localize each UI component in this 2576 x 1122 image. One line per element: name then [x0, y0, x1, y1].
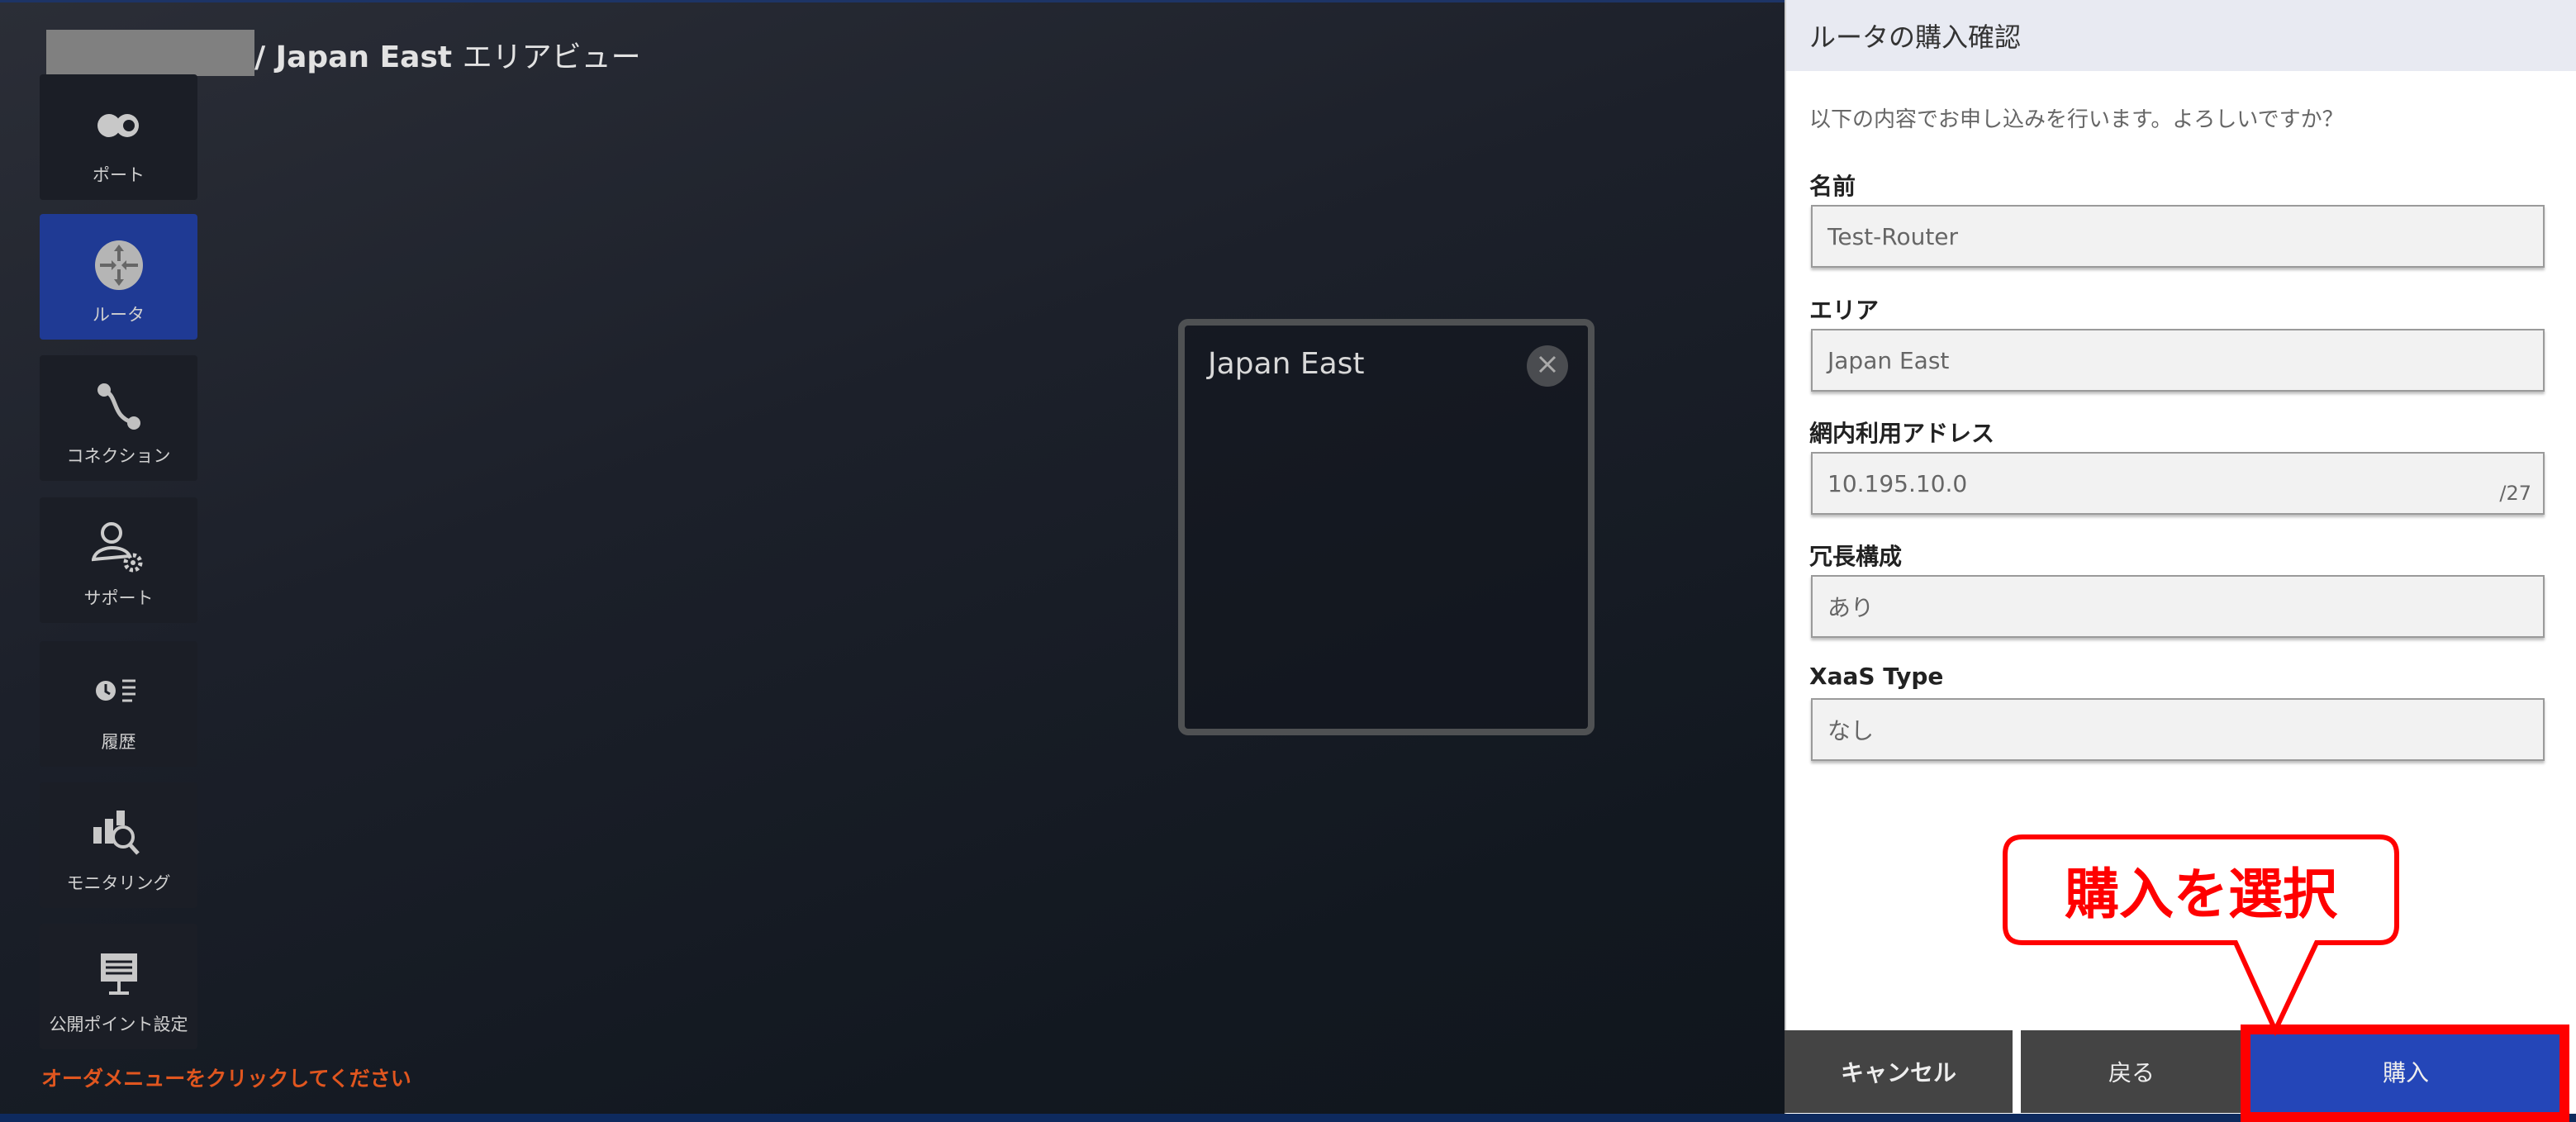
- address-field: 10.195.10.0/27: [1811, 452, 2545, 515]
- sidebar-item-label: コネクション: [67, 443, 171, 468]
- history-icon: [94, 666, 144, 719]
- back-button[interactable]: 戻る: [2021, 1030, 2242, 1113]
- support-icon: [92, 522, 146, 575]
- sidebar-item-label: 履歴: [102, 729, 136, 754]
- area-field: Japan East: [1811, 329, 2545, 392]
- field-label-name: 名前: [1809, 169, 1856, 202]
- connection-icon: [94, 380, 144, 433]
- prefix-length: /27: [2499, 482, 2531, 505]
- sidebar-item-public-point[interactable]: 公開ポイント設定: [40, 924, 197, 1049]
- router-icon: [93, 239, 145, 292]
- cancel-button[interactable]: キャンセル: [1785, 1030, 2013, 1113]
- field-value: Japan East: [1827, 347, 1949, 374]
- field-value: なし: [1827, 713, 1874, 746]
- sidebar-item-port[interactable]: ポート: [40, 74, 197, 200]
- port-icon: [94, 99, 144, 152]
- field-value: 10.195.10.0: [1827, 470, 1967, 497]
- redundancy-field: あり: [1811, 575, 2545, 638]
- sidebar-item-label: ルータ: [93, 302, 145, 326]
- panel-title: ルータの購入確認: [1786, 0, 2576, 71]
- breadcrumb: / Japan East: [254, 40, 452, 74]
- sidebar-item-label: サポート: [84, 585, 154, 610]
- redacted-tenant-name: [46, 30, 254, 76]
- xaas-type-field: なし: [1811, 698, 2545, 761]
- sidebar-item-router[interactable]: ルータ: [40, 214, 197, 340]
- order-menu-hint: オーダメニューをクリックしてください: [41, 1063, 411, 1092]
- sidebar-item-history[interactable]: 履歴: [40, 641, 197, 767]
- sidebar-item-label: ポート: [93, 162, 145, 187]
- bottom-border: [0, 1114, 2576, 1122]
- sidebar-item-label: 公開ポイント設定: [50, 1011, 188, 1036]
- field-value: あり: [1827, 590, 1874, 623]
- sidebar-item-connection[interactable]: コネクション: [40, 355, 197, 481]
- field-value: Test-Router: [1827, 223, 1958, 250]
- sidebar-item-support[interactable]: サポート: [40, 497, 197, 623]
- view-title: エリアビュー: [463, 40, 641, 74]
- field-label-area: エリア: [1809, 292, 1879, 326]
- top-border: [0, 0, 1785, 2]
- field-label-xaas-type: XaaS Type: [1809, 663, 1943, 690]
- name-field: Test-Router: [1811, 205, 2545, 268]
- field-label-redundancy: 冗長構成: [1809, 539, 1902, 572]
- close-area-button[interactable]: [1527, 345, 1568, 387]
- area-name: Japan East: [1208, 347, 1365, 381]
- close-icon: [1538, 355, 1557, 377]
- monitoring-icon: [90, 807, 148, 860]
- area-box[interactable]: Japan East: [1178, 319, 1595, 735]
- sidebar-item-label: モニタリング: [67, 870, 171, 895]
- public-point-icon: [94, 948, 144, 1001]
- page-title: / Japan East エリアビュー: [254, 33, 641, 76]
- sidebar-item-monitoring[interactable]: モニタリング: [40, 782, 197, 908]
- callout-text: 購入を選択: [2003, 834, 2399, 945]
- annotation-callout: 購入を選択: [2003, 834, 2399, 945]
- field-label-address: 網内利用アドレス: [1809, 416, 1994, 449]
- panel-description: 以下の内容でお申し込みを行います。よろしいですか？: [1809, 102, 2344, 133]
